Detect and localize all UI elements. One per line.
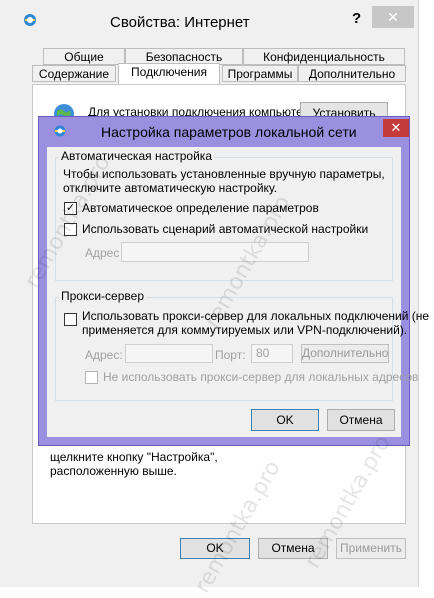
instruction-text: щелкните кнопку "Настройка", расположенн… bbox=[50, 450, 230, 478]
dialog-title: Настройка параметров локальной сети bbox=[101, 124, 357, 140]
bypass-local-checkbox[interactable] bbox=[85, 371, 98, 384]
tab-connections[interactable]: Подключения bbox=[118, 63, 220, 84]
tab-programs[interactable]: Программы bbox=[222, 65, 298, 82]
proxy-address-label: Адрес: bbox=[85, 348, 123, 362]
port-label: Порт: bbox=[215, 348, 246, 362]
window-title: Свойства: Интернет bbox=[110, 14, 250, 31]
port-input[interactable]: 80 bbox=[251, 344, 293, 363]
use-proxy-checkbox[interactable] bbox=[64, 313, 77, 326]
use-proxy-label-1[interactable]: Использовать прокси-сервер для локальных… bbox=[82, 309, 429, 323]
tab-content[interactable]: Содержание bbox=[32, 65, 116, 82]
proxy-address-input[interactable] bbox=[125, 344, 213, 363]
script-address-input[interactable] bbox=[121, 242, 309, 262]
close-button[interactable]: ✕ bbox=[372, 6, 414, 28]
tab-general[interactable]: Общие bbox=[43, 48, 125, 65]
advanced-button[interactable]: Дополнительно bbox=[301, 344, 389, 363]
internet-explorer-icon bbox=[54, 125, 66, 137]
proxy-group-label: Прокси-сервер bbox=[59, 289, 146, 303]
auto-script-label[interactable]: Использовать сценарий автоматической нас… bbox=[82, 222, 368, 236]
tab-advanced[interactable]: Дополнительно bbox=[298, 65, 406, 82]
bypass-local-label[interactable]: Не использовать прокси-сервер для локаль… bbox=[103, 370, 418, 384]
help-button[interactable]: ? bbox=[352, 10, 361, 27]
instruction-line-1: щелкните кнопку "Настройка", bbox=[50, 450, 218, 464]
use-proxy-label-2[interactable]: применяется для коммутируемых или VPN-по… bbox=[82, 323, 407, 337]
script-address-label: Адрес bbox=[85, 246, 120, 260]
dialog-cancel-button[interactable]: Отмена bbox=[327, 409, 395, 431]
tab-privacy[interactable]: Конфиденциальность bbox=[243, 48, 405, 65]
auto-config-group-label: Автоматическая настройка bbox=[59, 149, 214, 163]
title-bar: Свойства: Интернет ? ✕ bbox=[0, 0, 418, 44]
internet-explorer-icon bbox=[24, 14, 36, 26]
dialog-ok-button[interactable]: OK bbox=[251, 409, 319, 431]
instruction-line-2: расположенную выше. bbox=[50, 464, 177, 478]
dialog-title-bar: Настройка параметров локальной сети ✕ bbox=[39, 117, 409, 145]
dialog-close-button[interactable]: ✕ bbox=[383, 119, 409, 137]
apply-button[interactable]: Применить bbox=[336, 538, 406, 559]
